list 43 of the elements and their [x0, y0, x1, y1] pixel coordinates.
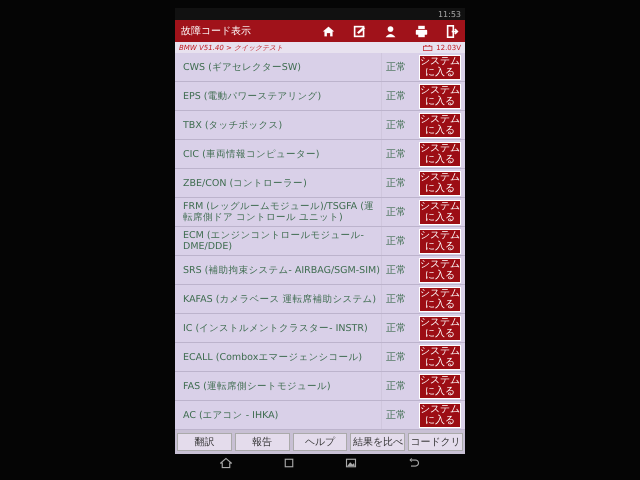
enter-system-button[interactable]: システムに入る [419, 142, 461, 166]
enter-system-button[interactable]: システムに入る [419, 258, 461, 282]
battery-icon [423, 44, 434, 50]
system-name: KAFAS (カメラベース 運転席補助システム) [182, 294, 378, 304]
enter-system-button[interactable]: システムに入る [419, 170, 461, 196]
enter-system-button[interactable]: システムに入る [419, 344, 461, 370]
back-icon[interactable] [408, 457, 420, 469]
enter-system-button[interactable]: システムに入る [419, 402, 461, 428]
exit-icon[interactable] [446, 24, 459, 38]
toolbar-button[interactable]: コードクリ [408, 433, 463, 451]
system-name: AC (エアコン - IHKA) [182, 410, 280, 420]
toolbar-button[interactable]: 結果を比べ [350, 433, 406, 451]
toolbar-button[interactable]: 報告 [234, 433, 290, 451]
header-title: 故障コード表示 [181, 24, 252, 38]
enter-system-button[interactable]: システムに入る [419, 374, 461, 398]
enter-system-button[interactable]: システムに入る [419, 316, 461, 340]
system-name: SRS (補助拘束システム- AIRBAG/SGM-SIM) [182, 264, 381, 276]
system-name: FAS (運転席側シートモジュール) [182, 380, 332, 392]
edit-icon[interactable] [353, 24, 366, 38]
system-name: IC (インストルメントクラスター- INSTR) [182, 322, 369, 334]
home-icon[interactable] [322, 24, 335, 38]
home-icon[interactable] [220, 457, 232, 469]
enter-system-button[interactable]: システムに入る [419, 84, 461, 108]
image-icon[interactable] [345, 457, 358, 469]
enter-system-button[interactable]: システムに入る [419, 54, 461, 80]
person-icon[interactable] [384, 24, 397, 38]
enter-system-button[interactable]: システムに入る [419, 200, 461, 224]
print-icon[interactable] [415, 24, 428, 38]
enter-system-button[interactable]: システムに入る [419, 286, 461, 312]
enter-system-button[interactable]: システムに入る [419, 112, 461, 138]
system-name: FRM (レッグルームモジュール)/TSGFA (運転席側ドア コントロール ユニット) [182, 201, 375, 223]
status-time: 11:53 [438, 10, 461, 18]
system-name: ECM (エンジンコントロールモジュール- DME/DDE) [182, 230, 365, 252]
recent-apps-icon[interactable] [282, 457, 295, 469]
enter-system-button[interactable]: システムに入る [419, 228, 461, 254]
system-name: ECALL (Comboxエマージェンシコール) [182, 352, 364, 362]
system-name: ZBE/CON (コントローラー) [182, 178, 308, 188]
system-name: EPS (電動パワーステアリング) [182, 90, 322, 102]
system-name: CIC (車両情報コンピューター) [182, 148, 321, 160]
toolbar-button[interactable]: ヘルプ [292, 433, 348, 451]
system-name: TBX (タッチボックス) [182, 120, 284, 130]
system-name: CWS (ギアセレクターSW) [182, 62, 302, 72]
toolbar-button[interactable]: 翻訳 [177, 433, 232, 451]
